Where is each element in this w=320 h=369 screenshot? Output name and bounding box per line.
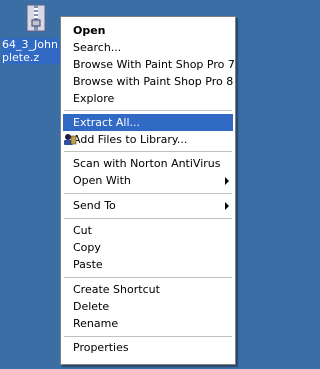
menu-separator bbox=[64, 110, 232, 111]
menu-item-open-with[interactable]: Open With bbox=[63, 172, 233, 189]
menu-separator bbox=[64, 336, 232, 337]
menu-item-cut[interactable]: Cut bbox=[63, 222, 233, 239]
menu-item-label: Send To bbox=[73, 199, 116, 212]
menu-item-delete[interactable]: Delete bbox=[63, 298, 233, 315]
menu-item-copy[interactable]: Copy bbox=[63, 239, 233, 256]
submenu-arrow-icon bbox=[225, 177, 229, 185]
menu-item-scan-norton[interactable]: Scan with Norton AntiVirus bbox=[63, 155, 233, 172]
menu-separator bbox=[64, 193, 232, 194]
menu-item-label: Add Files to Library... bbox=[73, 133, 188, 146]
menu-item-label: Open With bbox=[73, 174, 131, 187]
menu-item-add-files-to-library[interactable]: Add Files to Library... bbox=[63, 131, 233, 148]
menu-item-rename[interactable]: Rename bbox=[63, 315, 233, 332]
submenu-arrow-icon bbox=[225, 202, 229, 210]
menu-item-extract-all[interactable]: Extract All... bbox=[63, 114, 233, 131]
menu-separator bbox=[64, 218, 232, 219]
menu-item-properties[interactable]: Properties bbox=[63, 339, 233, 356]
library-icon bbox=[64, 134, 77, 145]
menu-item-open[interactable]: Open bbox=[63, 22, 233, 39]
menu-item-send-to[interactable]: Send To bbox=[63, 197, 233, 214]
menu-separator bbox=[64, 151, 232, 152]
menu-item-explore[interactable]: Explore bbox=[63, 90, 233, 107]
menu-item-browse-psp8[interactable]: Browse with Paint Shop Pro 8 bbox=[63, 73, 233, 90]
menu-item-browse-psp7[interactable]: Browse With Paint Shop Pro 7 bbox=[63, 56, 235, 73]
menu-separator bbox=[64, 277, 232, 278]
zip-archive-icon[interactable] bbox=[25, 3, 47, 33]
menu-item-create-shortcut[interactable]: Create Shortcut bbox=[63, 281, 233, 298]
menu-item-paste[interactable]: Paste bbox=[63, 256, 233, 273]
menu-item-search[interactable]: Search... bbox=[63, 39, 233, 56]
context-menu: Open Search... Browse With Paint Shop Pr… bbox=[60, 16, 236, 365]
